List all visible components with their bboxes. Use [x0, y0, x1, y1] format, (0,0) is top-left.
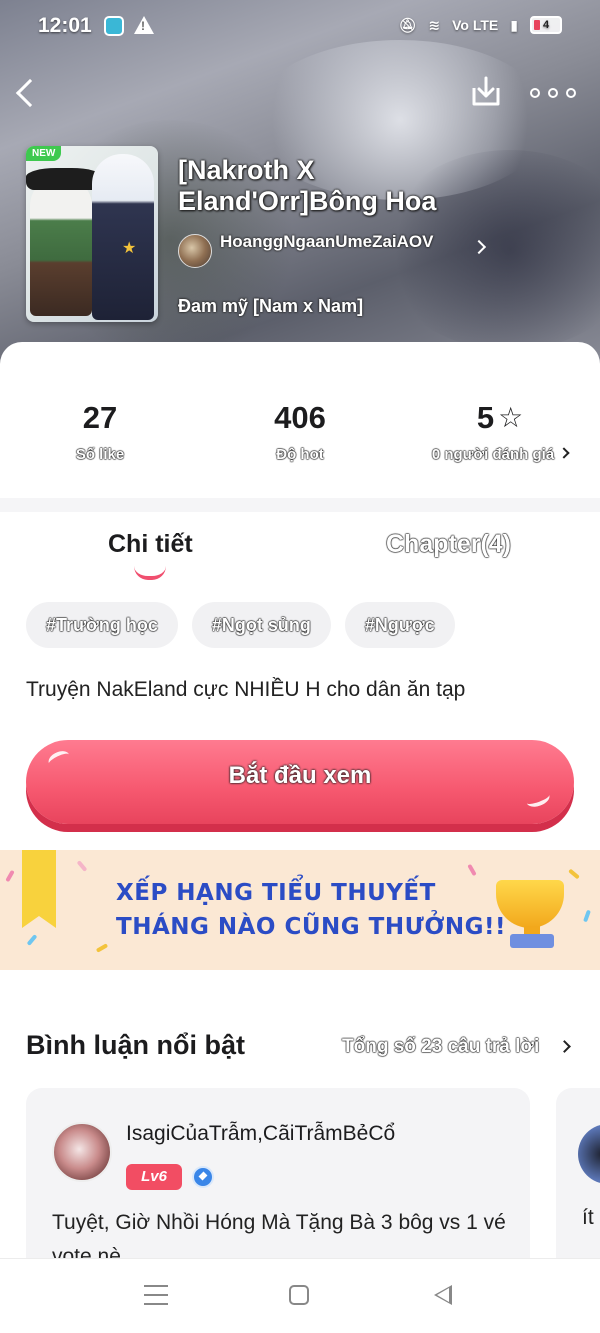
story-cover[interactable]: ★ NEW: [26, 146, 158, 322]
tab-chapters[interactable]: Chapter(4): [386, 530, 511, 559]
start-reading-label: Bắt đầu xem: [228, 762, 372, 789]
stat-label: Số like: [75, 446, 125, 463]
story-header: 12:01 🔕︎ ≋ Vo LTE ▮ 4 ★ NEW [Nakroth X E…: [0, 0, 600, 380]
ranking-banner[interactable]: XẾP HẠNG TIỂU THUYẾT THÁNG NÀO CŨNG THƯỞ…: [0, 850, 600, 970]
status-time: 12:01: [38, 14, 92, 37]
author-avatar: [178, 234, 212, 268]
tab-indicator: [134, 566, 166, 580]
comments-title: Bình luận nổi bật: [26, 1030, 245, 1060]
chevron-right-icon: [471, 239, 487, 255]
tab-bar: Chi tiết Chapter(4): [0, 512, 600, 592]
chevron-right-icon: [558, 447, 570, 459]
story-genre: Đam mỹ [Nam x Nam]: [178, 296, 364, 316]
story-description: Truyện NakEland cực NHIỀU H cho dân ăn t…: [26, 678, 466, 701]
avatar[interactable]: [52, 1122, 112, 1182]
stat-value: 406: [274, 400, 326, 435]
level-badge: Lv6: [126, 1164, 182, 1190]
stat-hot: 406 Độ hot: [200, 400, 400, 463]
tag-chip[interactable]: #Trường học: [26, 602, 178, 648]
bookmark-icon: [22, 850, 56, 928]
home-button[interactable]: [289, 1285, 309, 1305]
comments-header: Bình luận nổi bật Tổng số 23 câu trả lời: [0, 1008, 600, 1060]
network-label: Vo LTE: [452, 17, 499, 33]
recent-apps-button[interactable]: [144, 1285, 168, 1305]
story-title: [Nakroth X Eland'Orr]Bông Hoa: [178, 155, 437, 216]
divider: [0, 498, 600, 512]
start-reading-button[interactable]: Bắt đầu xem: [26, 740, 574, 824]
stats-row: 27 Số like 406 Độ hot 5 ☆ 0 người đánh gi…: [0, 342, 600, 498]
status-bar: 12:01 🔕︎ ≋ Vo LTE ▮ 4: [0, 0, 600, 54]
more-icon-dot: [530, 88, 540, 98]
more-button[interactable]: [530, 78, 576, 108]
mute-icon: 🔕︎: [398, 16, 417, 33]
more-icon-dot: [548, 88, 558, 98]
avatar[interactable]: [578, 1124, 600, 1184]
app-notification-icon: [104, 16, 124, 36]
stat-label: Độ hot: [276, 446, 324, 463]
more-icon-dot: [566, 88, 576, 98]
chevron-right-icon[interactable]: [558, 1040, 571, 1053]
rating-count-label: 0 người đánh giá: [431, 446, 555, 463]
tag-chip[interactable]: #Ngược: [344, 602, 455, 648]
wifi-icon: ≋: [428, 16, 441, 33]
banner-title: XẾP HẠNG TIỂU THUYẾT: [116, 880, 436, 906]
content-sheet: 27 Số like 406 Độ hot 5 ☆ 0 người đánh gi…: [0, 342, 600, 1333]
star-icon: ★: [122, 240, 137, 257]
rating-value: 5: [476, 400, 495, 435]
verified-icon: [192, 1166, 214, 1188]
stat-rating[interactable]: 5 ☆ 0 người đánh giá: [400, 400, 600, 463]
back-button[interactable]: [10, 74, 44, 112]
download-icon: [472, 76, 500, 106]
trophy-icon: [496, 880, 564, 928]
tab-detail[interactable]: Chi tiết: [108, 530, 193, 559]
system-nav-bar: [0, 1258, 600, 1333]
star-outline-icon: ☆: [498, 402, 524, 433]
stat-value: 27: [82, 400, 118, 435]
new-badge: NEW: [26, 146, 62, 161]
download-button[interactable]: [466, 72, 506, 112]
comments-total-link[interactable]: Tổng số 23 câu trả lời: [342, 1036, 539, 1058]
banner-subtitle: THÁNG NÀO CŨNG THƯỞNG!!: [116, 914, 507, 940]
comment-user-name: IsagiCủaTrẫm,CãiTrẫmBẻCổ: [126, 1122, 396, 1145]
battery-icon: 4: [530, 16, 562, 34]
system-back-button[interactable]: [434, 1285, 452, 1305]
author-row[interactable]: HoanggNgaanUmeZaiAOV: [178, 232, 494, 276]
author-name: HoanggNgaanUmeZaiAOV: [220, 232, 434, 251]
stat-likes: 27 Số like: [0, 400, 200, 463]
tag-list: #Trường học #Ngọt sủng #Ngược: [26, 602, 455, 648]
comment-text: ít: [582, 1206, 594, 1229]
warning-icon: [134, 16, 154, 34]
tag-chip[interactable]: #Ngọt sủng: [191, 602, 331, 648]
signal-icon: ▮: [510, 16, 518, 33]
